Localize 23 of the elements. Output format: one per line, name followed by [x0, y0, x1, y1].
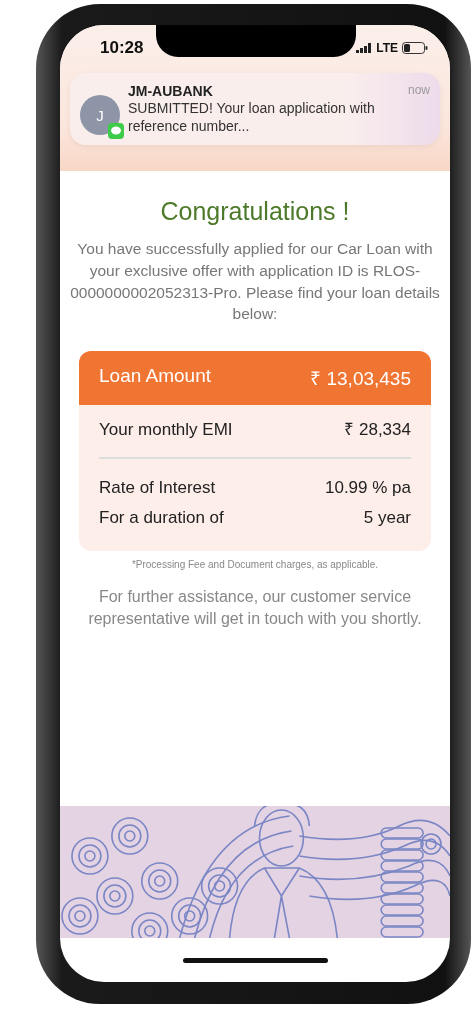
notification-message: SUBMITTED! Your loan application with reference number... — [128, 99, 376, 136]
notification-time: now — [408, 83, 430, 99]
notification-card[interactable]: J JM-AUBANK now SUBMITTED! Your loan application with reference number... — [70, 73, 440, 146]
home-indicator[interactable] — [182, 957, 328, 963]
assistance-text: For further assistance, our customer service representative will get in touch with you shortly. — [87, 587, 423, 629]
detail-label: Rate of Interest — [99, 477, 217, 500]
loan-amount-value: ₹ 13,03,435 — [310, 367, 411, 392]
detail-value: 5 year — [363, 507, 411, 530]
network-type: LTE — [376, 41, 398, 55]
signal-icon — [356, 43, 373, 53]
detail-label: For a duration of — [99, 507, 225, 530]
detail-value: 10.99 % pa — [325, 477, 411, 500]
notification-sender: JM-AUBANK — [128, 83, 213, 99]
congratulations-title: Congratulations ! — [160, 197, 350, 227]
detail-value: ₹ 28,334 — [344, 419, 411, 442]
intro-text: You have successfully applied for our Car Loan with your exclusive offer with application ID is RLOS-0000000002052313-Pro. Please find your loan details below: — [69, 239, 441, 325]
avatar: J — [80, 95, 120, 135]
loan-amount-label: Loan Amount — [99, 365, 211, 389]
status-time: 10:28 — [100, 38, 144, 58]
footnote-text: *Processing Fee and Document charges, as applicable. — [131, 559, 379, 571]
detail-label: Your monthly EMI — [99, 419, 234, 442]
battery-icon — [402, 42, 428, 54]
message-icon — [108, 123, 124, 139]
